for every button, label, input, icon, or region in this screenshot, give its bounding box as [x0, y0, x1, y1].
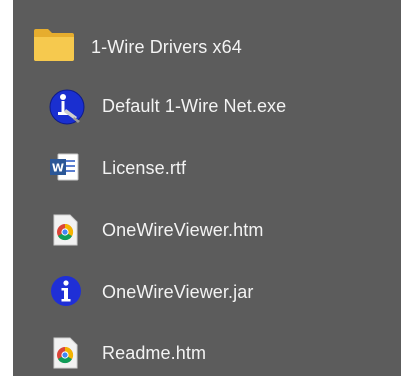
default-net-exe-icon: [49, 89, 85, 125]
menu-item-label: 1-Wire Drivers x64: [91, 36, 242, 57]
folder-icon: [34, 29, 74, 61]
menu-item-readme-htm[interactable]: Readme.htm: [13, 322, 401, 384]
chrome-html-icon: [53, 214, 78, 246]
word-document-icon: W: [50, 153, 79, 181]
menu-item-label: Default 1-Wire Net.exe: [102, 95, 287, 116]
menu-item-label: License.rtf: [102, 157, 187, 178]
menu-item-label: Readme.htm: [102, 342, 207, 363]
menu-item-onewireviewer-jar[interactable]: OneWireViewer.jar: [13, 261, 401, 323]
chrome-html-icon: [53, 337, 78, 369]
menu-item-onewireviewer-htm[interactable]: OneWireViewer.htm: [13, 199, 401, 261]
menu-item-default-1-wire-net-exe[interactable]: Default 1-Wire Net.exe: [13, 75, 401, 137]
svg-text:W: W: [52, 162, 64, 175]
java-info-icon: [51, 276, 81, 306]
menu-item-label: OneWireViewer.jar: [102, 281, 254, 302]
menu-item-license-rtf[interactable]: W License.rtf: [13, 137, 401, 199]
menu-item-1-wire-drivers-x64[interactable]: 1-Wire Drivers x64: [13, 16, 401, 78]
menu-item-label: OneWireViewer.htm: [102, 219, 264, 240]
start-menu-folder-list: 1-Wire Drivers x64 Default 1-Wire Net.ex…: [13, 0, 401, 376]
